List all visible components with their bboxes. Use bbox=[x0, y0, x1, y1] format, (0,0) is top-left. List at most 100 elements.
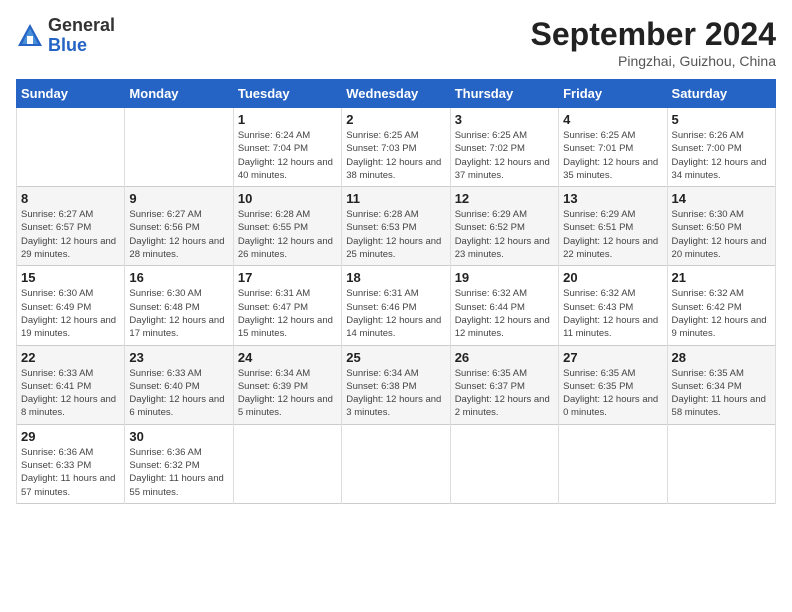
day-number: 17 bbox=[238, 270, 337, 285]
calendar-row: 22 Sunrise: 6:33 AMSunset: 6:41 PMDayligh… bbox=[17, 345, 776, 424]
table-row bbox=[17, 108, 125, 187]
day-number: 16 bbox=[129, 270, 228, 285]
day-number: 4 bbox=[563, 112, 662, 127]
calendar-row: 29 Sunrise: 6:36 AMSunset: 6:33 PMDayligh… bbox=[17, 424, 776, 503]
table-row: 17 Sunrise: 6:31 AMSunset: 6:47 PMDayligh… bbox=[233, 266, 341, 345]
calendar-row: 15 Sunrise: 6:30 AMSunset: 6:49 PMDayligh… bbox=[17, 266, 776, 345]
day-info: Sunrise: 6:31 AMSunset: 6:47 PMDaylight:… bbox=[238, 287, 337, 340]
day-info: Sunrise: 6:29 AMSunset: 6:52 PMDaylight:… bbox=[455, 208, 554, 261]
day-info: Sunrise: 6:28 AMSunset: 6:53 PMDaylight:… bbox=[346, 208, 445, 261]
day-number: 5 bbox=[672, 112, 771, 127]
day-info: Sunrise: 6:32 AMSunset: 6:44 PMDaylight:… bbox=[455, 287, 554, 340]
day-number: 29 bbox=[21, 429, 120, 444]
calendar-row: 8Sunrise: 6:27 AMSunset: 6:57 PMDaylight… bbox=[17, 187, 776, 266]
table-row: 1 Sunrise: 6:24 AMSunset: 7:04 PMDaylight… bbox=[233, 108, 341, 187]
month-title: September 2024 bbox=[531, 16, 776, 53]
header-tuesday: Tuesday bbox=[233, 80, 341, 108]
day-info: Sunrise: 6:33 AMSunset: 6:41 PMDaylight:… bbox=[21, 367, 120, 420]
table-row bbox=[233, 424, 341, 503]
day-number: 27 bbox=[563, 350, 662, 365]
day-number: 22 bbox=[21, 350, 120, 365]
day-info: Sunrise: 6:35 AMSunset: 6:34 PMDaylight:… bbox=[672, 367, 771, 420]
header-wednesday: Wednesday bbox=[342, 80, 450, 108]
table-row: 15 Sunrise: 6:30 AMSunset: 6:49 PMDayligh… bbox=[17, 266, 125, 345]
day-number: 25 bbox=[346, 350, 445, 365]
logo-blue-text: Blue bbox=[48, 36, 115, 56]
day-number: 11 bbox=[346, 191, 445, 206]
table-row: 30 Sunrise: 6:36 AMSunset: 6:32 PMDayligh… bbox=[125, 424, 233, 503]
header-thursday: Thursday bbox=[450, 80, 558, 108]
day-info: Sunrise: 6:33 AMSunset: 6:40 PMDaylight:… bbox=[129, 367, 228, 420]
logo: General Blue bbox=[16, 16, 115, 56]
day-info: Sunrise: 6:34 AMSunset: 6:38 PMDaylight:… bbox=[346, 367, 445, 420]
table-row: 13 Sunrise: 6:29 AMSunset: 6:51 PMDayligh… bbox=[559, 187, 667, 266]
day-number: 26 bbox=[455, 350, 554, 365]
table-row: 24 Sunrise: 6:34 AMSunset: 6:39 PMDayligh… bbox=[233, 345, 341, 424]
day-info: Sunrise: 6:31 AMSunset: 6:46 PMDaylight:… bbox=[346, 287, 445, 340]
day-number: 18 bbox=[346, 270, 445, 285]
day-number: 10 bbox=[238, 191, 337, 206]
day-number: 24 bbox=[238, 350, 337, 365]
day-info: Sunrise: 6:36 AMSunset: 6:33 PMDaylight:… bbox=[21, 446, 120, 499]
table-row: 25 Sunrise: 6:34 AMSunset: 6:38 PMDayligh… bbox=[342, 345, 450, 424]
day-info: Sunrise: 6:25 AMSunset: 7:03 PMDaylight:… bbox=[346, 129, 445, 182]
day-info: Sunrise: 6:30 AMSunset: 6:50 PMDaylight:… bbox=[672, 208, 771, 261]
table-row bbox=[667, 424, 775, 503]
day-info: Sunrise: 6:27 AMSunset: 6:57 PMDaylight:… bbox=[21, 208, 120, 261]
title-section: September 2024 Pingzhai, Guizhou, China bbox=[531, 16, 776, 69]
table-row: 8Sunrise: 6:27 AMSunset: 6:57 PMDaylight… bbox=[17, 187, 125, 266]
day-info: Sunrise: 6:28 AMSunset: 6:55 PMDaylight:… bbox=[238, 208, 337, 261]
table-row: 22 Sunrise: 6:33 AMSunset: 6:41 PMDayligh… bbox=[17, 345, 125, 424]
table-row: 2 Sunrise: 6:25 AMSunset: 7:03 PMDaylight… bbox=[342, 108, 450, 187]
logo-icon bbox=[16, 22, 44, 50]
table-row: 5Sunrise: 6:26 AMSunset: 7:00 PMDaylight… bbox=[667, 108, 775, 187]
day-number: 30 bbox=[129, 429, 228, 444]
table-row bbox=[125, 108, 233, 187]
day-number: 3 bbox=[455, 112, 554, 127]
table-row: 19Sunrise: 6:32 AMSunset: 6:44 PMDayligh… bbox=[450, 266, 558, 345]
table-row: 9 Sunrise: 6:27 AMSunset: 6:56 PMDaylight… bbox=[125, 187, 233, 266]
day-number: 28 bbox=[672, 350, 771, 365]
day-number: 1 bbox=[238, 112, 337, 127]
table-row: 29 Sunrise: 6:36 AMSunset: 6:33 PMDayligh… bbox=[17, 424, 125, 503]
table-row: 20Sunrise: 6:32 AMSunset: 6:43 PMDayligh… bbox=[559, 266, 667, 345]
table-row: 28 Sunrise: 6:35 AMSunset: 6:34 PMDayligh… bbox=[667, 345, 775, 424]
table-row: 3Sunrise: 6:25 AMSunset: 7:02 PMDaylight… bbox=[450, 108, 558, 187]
table-row: 21 Sunrise: 6:32 AMSunset: 6:42 PMDayligh… bbox=[667, 266, 775, 345]
header: General Blue September 2024 Pingzhai, Gu… bbox=[16, 16, 776, 69]
day-info: Sunrise: 6:24 AMSunset: 7:04 PMDaylight:… bbox=[238, 129, 337, 182]
day-number: 2 bbox=[346, 112, 445, 127]
table-row bbox=[342, 424, 450, 503]
day-info: Sunrise: 6:25 AMSunset: 7:01 PMDaylight:… bbox=[563, 129, 662, 182]
day-info: Sunrise: 6:34 AMSunset: 6:39 PMDaylight:… bbox=[238, 367, 337, 420]
calendar-header-row: Sunday Monday Tuesday Wednesday Thursday… bbox=[17, 80, 776, 108]
header-monday: Monday bbox=[125, 80, 233, 108]
calendar-body: 1 Sunrise: 6:24 AMSunset: 7:04 PMDaylight… bbox=[17, 108, 776, 504]
day-info: Sunrise: 6:32 AMSunset: 6:43 PMDaylight:… bbox=[563, 287, 662, 340]
day-info: Sunrise: 6:30 AMSunset: 6:49 PMDaylight:… bbox=[21, 287, 120, 340]
day-info: Sunrise: 6:32 AMSunset: 6:42 PMDaylight:… bbox=[672, 287, 771, 340]
header-friday: Friday bbox=[559, 80, 667, 108]
day-number: 13 bbox=[563, 191, 662, 206]
table-row: 11 Sunrise: 6:28 AMSunset: 6:53 PMDayligh… bbox=[342, 187, 450, 266]
calendar-container: General Blue September 2024 Pingzhai, Gu… bbox=[0, 0, 792, 612]
table-row: 27 Sunrise: 6:35 AMSunset: 6:35 PMDayligh… bbox=[559, 345, 667, 424]
day-number: 12 bbox=[455, 191, 554, 206]
logo-general-text: General bbox=[48, 16, 115, 36]
table-row: 23Sunrise: 6:33 AMSunset: 6:40 PMDayligh… bbox=[125, 345, 233, 424]
day-info: Sunrise: 6:30 AMSunset: 6:48 PMDaylight:… bbox=[129, 287, 228, 340]
day-number: 14 bbox=[672, 191, 771, 206]
table-row: 12 Sunrise: 6:29 AMSunset: 6:52 PMDayligh… bbox=[450, 187, 558, 266]
day-info: Sunrise: 6:29 AMSunset: 6:51 PMDaylight:… bbox=[563, 208, 662, 261]
day-number: 9 bbox=[129, 191, 228, 206]
day-info: Sunrise: 6:27 AMSunset: 6:56 PMDaylight:… bbox=[129, 208, 228, 261]
day-number: 21 bbox=[672, 270, 771, 285]
table-row: 10 Sunrise: 6:28 AMSunset: 6:55 PMDayligh… bbox=[233, 187, 341, 266]
logo-text: General Blue bbox=[48, 16, 115, 56]
table-row bbox=[450, 424, 558, 503]
calendar-table: Sunday Monday Tuesday Wednesday Thursday… bbox=[16, 79, 776, 504]
day-number: 15 bbox=[21, 270, 120, 285]
day-info: Sunrise: 6:35 AMSunset: 6:35 PMDaylight:… bbox=[563, 367, 662, 420]
header-saturday: Saturday bbox=[667, 80, 775, 108]
day-info: Sunrise: 6:36 AMSunset: 6:32 PMDaylight:… bbox=[129, 446, 228, 499]
